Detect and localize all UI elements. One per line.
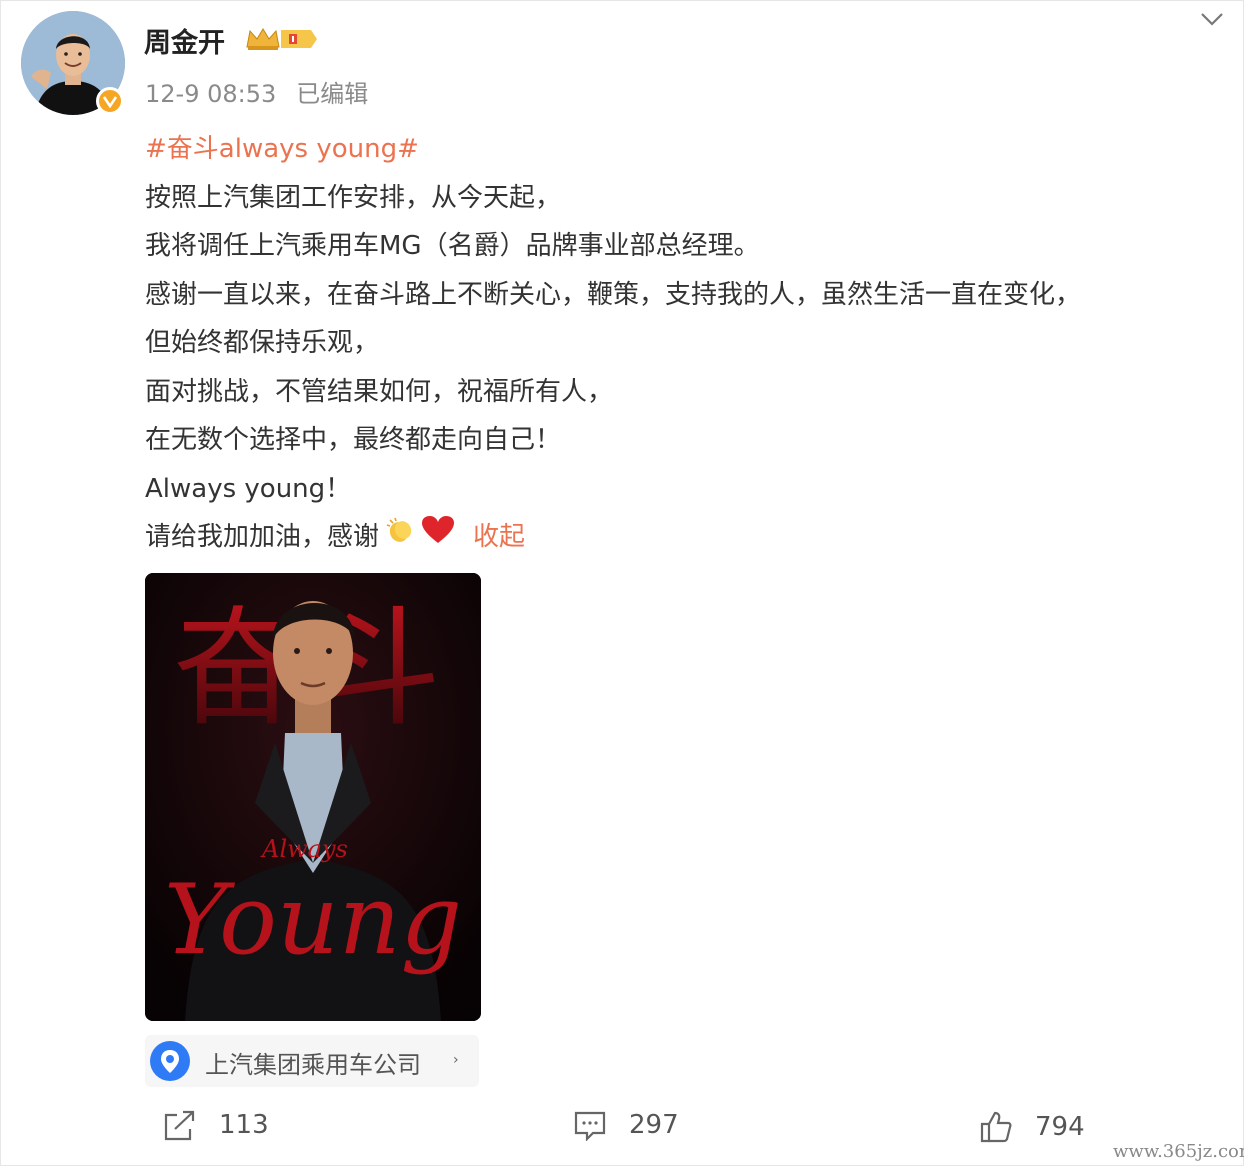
location-chip[interactable]: 上汽集团乘用车公司 ›: [145, 1035, 479, 1087]
heart-emoji-icon: [421, 513, 455, 562]
post-card: 周金开 12-9 08:53 已编辑 #奋斗always young# 按照上汽集…: [0, 0, 1244, 1166]
post-meta: 12-9 08:53 已编辑: [145, 74, 368, 109]
post-line: 但始终都保持乐观，: [145, 328, 380, 358]
post-text: #奋斗always young# 按照上汽集团工作安排，从今天起， 我将调任上汽…: [145, 125, 1235, 562]
comment-count: 297: [629, 1110, 679, 1140]
topic-link[interactable]: #奋斗always young#: [145, 134, 419, 164]
clap-emoji-icon: [385, 513, 415, 562]
post-line: 请给我加加油，感谢: [145, 522, 380, 552]
comment-icon: [574, 1111, 606, 1141]
location-pin-icon: [149, 1040, 191, 1082]
chevron-down-icon[interactable]: [1197, 7, 1227, 31]
post-line: Always young！: [145, 473, 352, 504]
like-button[interactable]: 794: [979, 1109, 1085, 1145]
poster-script-small: Always: [260, 835, 348, 863]
post-image[interactable]: 奋斗 Always Young: [145, 573, 481, 1021]
post-line: 面对挑战，不管结果如何，祝福所有人，: [145, 376, 614, 407]
crown-vip-badge-icon[interactable]: [245, 25, 319, 57]
share-icon: [164, 1110, 195, 1141]
post-line: 感谢一直以来，在奋斗路上不断关心，鞭策，支持我的人，虽然生活一直在变化，: [145, 279, 1082, 310]
share-count: 113: [219, 1110, 269, 1140]
location-label: 上汽集团乘用车公司: [205, 1051, 421, 1079]
post-line: 按照上汽集团工作安排，从今天起，: [145, 182, 562, 213]
post-timestamp[interactable]: 12-9 08:53: [145, 80, 276, 108]
author-name[interactable]: 周金开: [144, 21, 225, 60]
location-arrow: ›: [453, 1052, 459, 1068]
like-count: 794: [1035, 1112, 1085, 1142]
comment-button[interactable]: 297: [573, 1107, 679, 1143]
collapse-link[interactable]: 收起: [473, 522, 525, 552]
poster-script-large: Young: [164, 864, 462, 976]
share-button[interactable]: 113: [163, 1107, 269, 1143]
post-line: 我将调任上汽乘用车MG（名爵）品牌事业部总经理。: [145, 231, 760, 261]
thumbs-up-icon: [980, 1111, 1012, 1143]
edited-label[interactable]: 已编辑: [296, 80, 368, 108]
verified-icon: [96, 87, 124, 115]
watermark: www.365jz.com: [1113, 1141, 1244, 1162]
post-line: 在无数个选择中，最终都走向自己！: [145, 425, 562, 455]
